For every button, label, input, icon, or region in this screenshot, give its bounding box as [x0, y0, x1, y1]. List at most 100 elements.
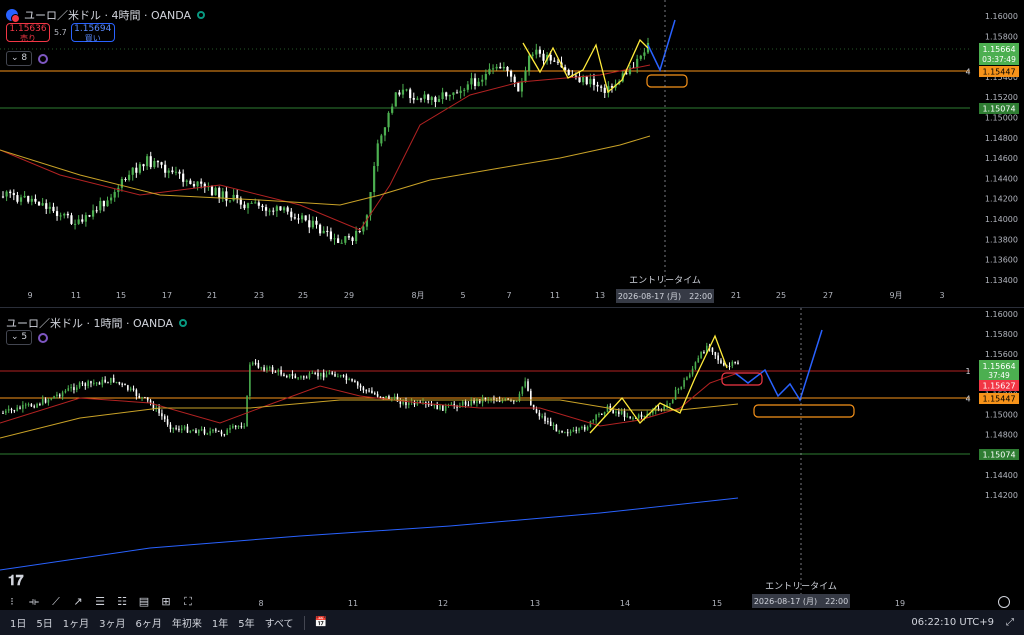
chart-pane-1h[interactable]: 1.160001.158001.156001.154001.152001.150…: [0, 307, 1024, 611]
date-range-icon[interactable]: 📅: [315, 617, 327, 628]
chart-4h-canvas[interactable]: 1.160001.158001.156001.154001.152001.150…: [0, 0, 1024, 305]
spread-value: 5.7: [54, 28, 67, 37]
candle-body: [637, 414, 640, 419]
candle-body: [484, 74, 487, 80]
indicator-settings-icon[interactable]: [38, 332, 49, 343]
chart-1h-canvas[interactable]: 1.160001.158001.156001.154001.152001.150…: [0, 308, 1024, 611]
chart-pane-4h[interactable]: 1.160001.158001.156001.154001.152001.150…: [0, 0, 1024, 305]
candle-body: [19, 197, 23, 202]
candle-body: [455, 92, 459, 94]
gann-icon[interactable]: ▤: [136, 595, 152, 609]
candle-body: [33, 406, 36, 408]
candle-body: [50, 398, 53, 400]
candle-body: [314, 372, 316, 374]
fib-icon[interactable]: ☰: [92, 595, 108, 609]
candle-body: [688, 374, 691, 378]
candle-body: [459, 90, 462, 93]
timeframe-5[interactable]: 年初来: [172, 615, 202, 630]
ray-icon[interactable]: ↗: [70, 595, 86, 609]
candle-body: [246, 395, 248, 427]
last-price-badge: 1.15664: [982, 362, 1015, 371]
buy-button[interactable]: 1.15694 買い: [70, 23, 115, 43]
candle-body: [391, 106, 394, 113]
candle-body: [146, 397, 149, 401]
candle-body: [308, 373, 311, 378]
candle-body: [320, 372, 322, 377]
sell-button[interactable]: 1.15636 売り: [6, 23, 50, 43]
channel-icon[interactable]: ☷: [114, 595, 130, 609]
price-axis-label: 1.15000: [985, 114, 1018, 123]
candle-body: [585, 76, 588, 85]
candle-body: [531, 54, 534, 56]
candle-body: [5, 410, 7, 413]
candle-body: [174, 171, 178, 173]
candle-body: [358, 230, 361, 232]
timeframe-3[interactable]: 3ヶ月: [99, 615, 125, 630]
indicator-settings-icon[interactable]: [38, 53, 49, 64]
candle-body: [63, 213, 66, 216]
chart-settings-icon[interactable]: [998, 596, 1010, 608]
timeframe-4[interactable]: 6ヶ月: [136, 615, 162, 630]
candle-body: [81, 382, 84, 384]
timeframe-0[interactable]: 1日: [10, 615, 26, 630]
symbol-title-top[interactable]: ユーロ／米ドル · 4時間 · OANDA: [24, 7, 191, 23]
candle-body: [189, 430, 192, 433]
candle-body: [717, 355, 719, 361]
candle-body: [612, 410, 614, 414]
timeframe-bar: 1日 5日 1ヶ月 3ヶ月 6ヶ月 年初来 1年 5年 すべて 📅 06:22:10 UTC+9…: [0, 610, 1024, 635]
horizontal-line-icon[interactable]: ⟛: [26, 595, 42, 609]
candle-body: [228, 200, 232, 202]
time-axis-label: 29: [344, 291, 354, 300]
candle-body: [106, 200, 109, 207]
candle-body: [303, 376, 305, 378]
indicators-toggle[interactable]: ⌄ 8: [6, 51, 33, 66]
timeframe-6[interactable]: 1年: [212, 615, 228, 630]
candle-body: [401, 89, 405, 95]
candle-body: [592, 420, 595, 422]
indicators-toggle[interactable]: ⌄ 5: [6, 330, 33, 345]
candle-body: [192, 184, 196, 187]
candle-body: [73, 387, 75, 390]
timeframe-1[interactable]: 5日: [36, 615, 52, 630]
candle-body: [290, 211, 293, 218]
timeframe-2[interactable]: 1ヶ月: [63, 615, 89, 630]
time-axis-label: 8月: [411, 291, 424, 300]
market-open-icon: [197, 11, 205, 19]
timeframe-8[interactable]: すべて: [265, 615, 294, 630]
candle-body: [333, 238, 336, 240]
red-level-tag: 1: [965, 367, 970, 376]
candle-body: [67, 388, 70, 391]
candle-body: [461, 401, 464, 406]
candle-body: [132, 388, 135, 390]
candle-body: [153, 161, 156, 168]
rectangle-icon[interactable]: ⛶: [180, 595, 196, 609]
fullscreen-icon[interactable]: ⤢: [1006, 617, 1014, 628]
candle-body: [385, 395, 387, 399]
candle-body: [294, 375, 297, 379]
time-axis-label: 13: [595, 291, 605, 300]
buy-label: 買い: [84, 34, 101, 43]
price-axis-label: 1.14600: [985, 154, 1018, 163]
candle-body: [499, 66, 502, 69]
candle-body: [102, 200, 105, 207]
symbol-title-bottom[interactable]: ユーロ／米ドル · 1時間 · OANDA: [6, 315, 173, 331]
crosshair-icon[interactable]: ⁝: [4, 595, 20, 609]
candle-body: [561, 430, 563, 433]
candle-body: [120, 178, 124, 188]
scenario-projection: [734, 329, 823, 402]
candle-body: [254, 362, 257, 364]
time-axis-label: 11: [71, 291, 81, 300]
trend-line-icon[interactable]: ⟋: [48, 595, 64, 609]
grid-icon[interactable]: ⊞: [158, 595, 174, 609]
candle-body: [44, 399, 47, 403]
candle-body: [93, 382, 95, 384]
candle-body: [345, 375, 348, 381]
clock[interactable]: 06:22:10 UTC+9: [911, 617, 994, 628]
candle-body: [70, 387, 72, 389]
candle-body: [183, 426, 186, 429]
candle-body: [572, 429, 575, 432]
price-axis-label: 1.13800: [985, 235, 1018, 244]
drawing-toolbar: ⁝ ⟛ ⟋ ↗ ☰ ☷ ▤ ⊞ ⛶: [0, 593, 196, 611]
timeframe-7[interactable]: 5年: [238, 615, 254, 630]
candle-body: [19, 407, 21, 409]
